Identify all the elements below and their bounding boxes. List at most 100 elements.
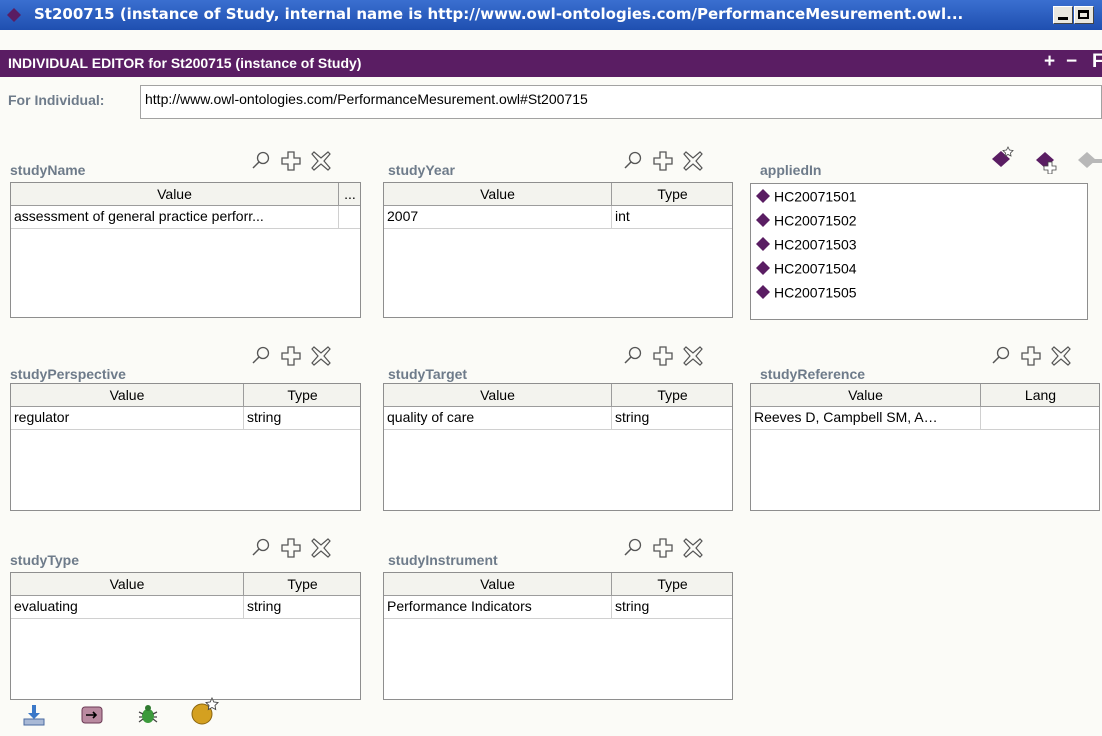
instance-diamond-icon: [6, 6, 22, 24]
instance-diamond-icon: [755, 260, 771, 276]
studyreference-table: Value Lang Reeves D, Campbell SM, A…: [750, 383, 1100, 511]
studyinstrument-tools: [622, 537, 732, 559]
delete-value-icon[interactable]: [682, 345, 704, 367]
import-download-icon[interactable]: [22, 703, 46, 727]
table-cell-value[interactable]: Performance Indicators: [384, 596, 612, 619]
view-magnifier-icon[interactable]: [622, 345, 644, 367]
table-cell-value[interactable]: quality of care: [384, 407, 612, 430]
list-item[interactable]: HC20071503: [755, 235, 857, 257]
editor-header-title: INDIVIDUAL EDITOR for St200715 (instance…: [8, 55, 362, 71]
studyname-table: Value ... assessment of general practice…: [10, 182, 361, 318]
editor-header: INDIVIDUAL EDITOR for St200715 (instance…: [0, 50, 1102, 77]
slot-label-studytype: studyType: [10, 552, 79, 568]
create-value-icon[interactable]: [280, 537, 302, 559]
studytype-table: Value Type evaluating string: [10, 572, 361, 700]
for-individual-label: For Individual:: [8, 92, 105, 108]
list-item[interactable]: HC20071504: [755, 259, 857, 281]
more-button[interactable]: F: [1092, 51, 1102, 73]
view-magnifier-icon[interactable]: [990, 345, 1012, 367]
create-value-icon[interactable]: [652, 150, 674, 172]
view-magnifier-icon[interactable]: [622, 537, 644, 559]
column-header-type[interactable]: Type: [612, 384, 732, 407]
slot-label-studyperspective: studyPerspective: [10, 366, 126, 382]
column-header-type[interactable]: Type: [244, 384, 360, 407]
slot-label-studyname: studyName: [10, 162, 86, 178]
delete-value-icon[interactable]: [310, 150, 332, 172]
create-value-icon[interactable]: [652, 537, 674, 559]
table-cell-type[interactable]: string: [612, 596, 732, 619]
table-cell-type[interactable]: string: [244, 596, 360, 619]
individual-uri-field[interactable]: http://www.owl-ontologies.com/Performanc…: [140, 85, 1102, 119]
table-cell-type[interactable]: string: [612, 407, 732, 430]
studytarget-table: Value Type quality of care string: [383, 383, 733, 511]
studyreference-tools: [990, 345, 1100, 367]
slot-label-studyinstrument: studyInstrument: [388, 552, 498, 568]
delete-value-icon[interactable]: [682, 537, 704, 559]
studyyear-tools: [622, 150, 732, 172]
window-title: St200715 (instance of Study, internal na…: [34, 5, 964, 23]
instance-diamond-icon: [755, 236, 771, 252]
appliedin-list[interactable]: HC20071501 HC20071502 HC20071503 HC20071…: [750, 183, 1088, 320]
column-header-value[interactable]: Value: [751, 384, 981, 407]
column-header-type[interactable]: Type: [612, 573, 732, 596]
slot-label-appliedin: appliedIn: [760, 162, 822, 178]
slot-label-studytarget: studyTarget: [388, 366, 468, 382]
maximize-button[interactable]: [1074, 6, 1094, 24]
studyname-tools: [250, 150, 360, 172]
new-instance-sphere-icon[interactable]: [190, 697, 220, 727]
list-item[interactable]: HC20071505: [755, 283, 857, 305]
create-value-icon[interactable]: [652, 345, 674, 367]
table-cell-value[interactable]: 2007: [384, 206, 612, 229]
column-header-type[interactable]: Type: [612, 183, 732, 206]
table-cell-value[interactable]: Reeves D, Campbell SM, A…: [751, 407, 981, 430]
table-cell-lang[interactable]: [981, 407, 1099, 430]
studytype-tools: [250, 537, 360, 559]
create-value-icon[interactable]: [1020, 345, 1042, 367]
table-cell-more[interactable]: [339, 206, 360, 229]
create-value-icon[interactable]: [280, 150, 302, 172]
minimize-button[interactable]: [1053, 6, 1073, 24]
column-header-value[interactable]: Value: [11, 573, 244, 596]
column-header-lang[interactable]: Lang: [981, 384, 1099, 407]
remove-button[interactable]: −: [1066, 51, 1077, 73]
column-header-value[interactable]: Value: [11, 384, 244, 407]
add-button[interactable]: +: [1044, 51, 1055, 73]
instance-diamond-icon: [755, 212, 771, 228]
appliedin-tools: [990, 146, 1102, 174]
column-header-value[interactable]: Value: [384, 183, 612, 206]
list-item[interactable]: HC20071502: [755, 211, 857, 233]
view-magnifier-icon[interactable]: [250, 345, 272, 367]
remove-instance-icon[interactable]: [1076, 148, 1102, 174]
column-header-value[interactable]: Value: [11, 183, 339, 206]
window-titlebar: St200715 (instance of Study, internal na…: [0, 0, 1102, 30]
studyperspective-table: Value Type regulator string: [10, 383, 361, 511]
view-magnifier-icon[interactable]: [622, 150, 644, 172]
delete-value-icon[interactable]: [1050, 345, 1072, 367]
table-cell-value[interactable]: regulator: [11, 407, 244, 430]
delete-value-icon[interactable]: [310, 537, 332, 559]
column-header-type[interactable]: Type: [244, 573, 360, 596]
table-cell-value[interactable]: assessment of general practice perforr..…: [11, 206, 339, 229]
table-cell-value[interactable]: evaluating: [11, 596, 244, 619]
create-value-icon[interactable]: [280, 345, 302, 367]
list-item[interactable]: HC20071501: [755, 187, 857, 209]
studyperspective-tools: [250, 345, 360, 367]
debug-bug-icon[interactable]: [136, 703, 160, 727]
slot-label-studyyear: studyYear: [388, 162, 455, 178]
slot-label-studyreference: studyReference: [760, 366, 866, 382]
studyyear-table: Value Type 2007 int: [383, 182, 733, 318]
table-cell-type[interactable]: int: [612, 206, 732, 229]
column-header-value[interactable]: Value: [384, 384, 612, 407]
add-existing-instance-icon[interactable]: [990, 146, 1016, 172]
column-header-more[interactable]: ...: [339, 183, 360, 206]
column-header-value[interactable]: Value: [384, 573, 612, 596]
export-arrow-icon[interactable]: [80, 703, 104, 727]
view-magnifier-icon[interactable]: [250, 150, 272, 172]
delete-value-icon[interactable]: [682, 150, 704, 172]
delete-value-icon[interactable]: [310, 345, 332, 367]
create-instance-icon[interactable]: [1034, 148, 1060, 174]
studytarget-tools: [622, 345, 732, 367]
table-cell-type[interactable]: string: [244, 407, 360, 430]
instance-diamond-icon: [755, 284, 771, 300]
view-magnifier-icon[interactable]: [250, 537, 272, 559]
